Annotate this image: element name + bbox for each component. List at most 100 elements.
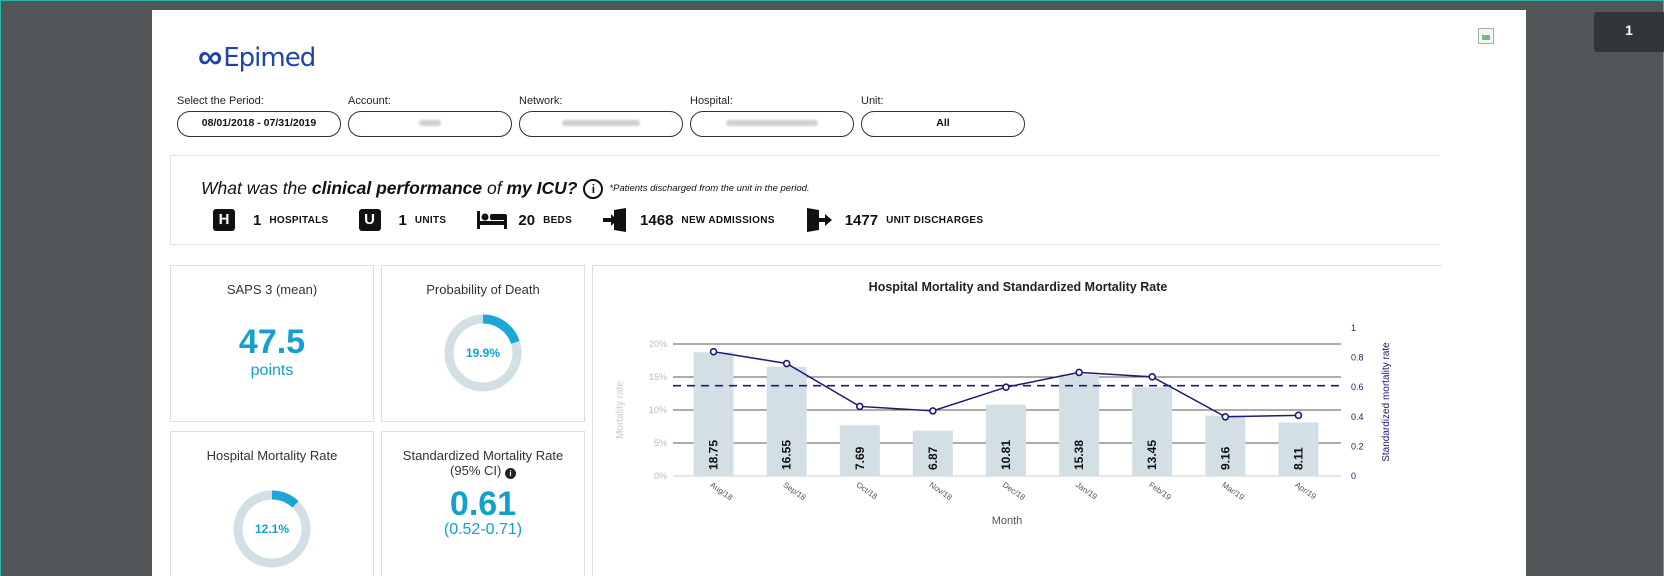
account-select[interactable] (348, 111, 512, 137)
bar-value-label: 16.55 (780, 440, 794, 470)
x-tick-label: Oct/18 (855, 480, 880, 501)
smr-point (1148, 373, 1157, 381)
y-tick-label: 10% (649, 405, 667, 415)
info-icon[interactable]: i (504, 468, 516, 479)
question-text-mid: of (482, 178, 507, 198)
smr-ci: (0.52-0.71) (443, 521, 523, 538)
y-axis-label: Mortality rate (615, 381, 626, 439)
question-footnote: *Patients discharged from the unit in th… (609, 183, 810, 194)
epimed-logo: ∞ Epimed (198, 38, 316, 77)
x-tick-label: Nov/18 (928, 480, 954, 502)
smr-point (1294, 411, 1303, 420)
exit-door-icon (806, 208, 832, 232)
y2-tick-label: 0.8 (1351, 353, 1364, 363)
probability-death-title: Probability of Death (426, 282, 540, 297)
broken-image-icon (1478, 28, 1494, 44)
network-select[interactable] (519, 111, 683, 137)
probability-death-ring: 19.9% (444, 314, 522, 392)
logo-infinity-icon: ∞ (198, 38, 222, 76)
y2-tick-label: 0.4 (1351, 412, 1364, 422)
period-filter: Select the Period: 08/01/2018 - 07/31/20… (177, 95, 341, 137)
y-tick-label: 5% (654, 438, 667, 448)
hospital-select[interactable] (690, 111, 854, 137)
smr-point (1075, 368, 1083, 377)
y-tick-label: 0% (654, 471, 667, 481)
question-text-start: What was the (201, 178, 312, 198)
smr-title-text: Standardized Mortality Rate (402, 448, 564, 463)
enter-door-icon (603, 208, 627, 232)
bar-value-label: 15.38 (1072, 440, 1086, 470)
saps-unit: points (250, 362, 294, 379)
smr-title: Standardized Mortality Rate (95% CI) i (382, 448, 584, 479)
mortality-chart-card: Hospital Mortality and Standardized Mort… (592, 265, 1442, 576)
hospital-icon: H (213, 209, 235, 231)
unit-stats: H 1 HOSPITALS U 1 UNITS 20 BEDS 1468 NEW… (213, 208, 1013, 232)
y-tick-label: 20% (649, 339, 667, 349)
smr-point (1002, 383, 1010, 391)
y2-tick-label: 1 (1351, 323, 1356, 333)
unit-select[interactable]: All (861, 111, 1025, 137)
y-tick-label: 15% (649, 372, 667, 382)
y2-tick-label: 0 (1351, 471, 1356, 481)
bed-icon (477, 211, 508, 229)
stat-admissions: 1468 NEW ADMISSIONS (602, 208, 775, 232)
x-tick-label: Jan/19 (1074, 480, 1099, 501)
probability-death-card: Probability of Death 19.9% (381, 265, 585, 422)
bar-value-label: 10.81 (999, 440, 1013, 470)
x-tick-label: Aug/18 (708, 480, 734, 502)
probability-death-value: 19.9% (466, 346, 500, 360)
hospital-label: Hospital: (690, 95, 733, 107)
smr-point (709, 347, 718, 356)
hospital-mortality-ring: 12.1% (233, 490, 311, 568)
report-page: ∞ Epimed Select the Period: 08/01/2018 -… (152, 10, 1526, 576)
stat-hospitals: H 1 HOSPITALS (213, 209, 329, 231)
unit-filter: Unit: All (861, 95, 1025, 137)
smr-point (855, 402, 864, 411)
hospital-mortality-value: 12.1% (255, 522, 289, 536)
smr-point (1221, 413, 1230, 421)
network-filter: Network: (519, 95, 683, 137)
clinical-question: What was the clinical performance of my … (201, 178, 810, 199)
saps-card: SAPS 3 (mean) 47.5 points (170, 265, 374, 422)
period-label: Select the Period: (177, 95, 264, 107)
stat-label: UNITS (414, 214, 447, 226)
x-tick-label: Mar/19 (1220, 480, 1246, 502)
hospital-mortality-title: Hospital Mortality Rate (206, 448, 338, 463)
saps-value: 47.5 (238, 323, 306, 361)
smr-point (929, 407, 937, 415)
stat-label: HOSPITALS (269, 214, 329, 226)
hospital-filter: Hospital: (690, 95, 854, 137)
bar-value-label: 9.16 (1218, 446, 1232, 470)
bar-value-label: 6.87 (926, 446, 940, 470)
stat-value: 1477 (844, 211, 879, 229)
bar-value-label: 13.45 (1145, 440, 1159, 470)
clinical-summary-panel: What was the clinical performance of my … (170, 155, 1440, 245)
account-label: Account: (348, 95, 391, 107)
unit-icon: U (358, 209, 381, 231)
saps-title: SAPS 3 (mean) (226, 282, 318, 297)
x-tick-label: Sep/18 (782, 480, 808, 502)
question-text-bold: clinical performance (311, 178, 483, 198)
bar-value-label: 8.11 (1291, 447, 1305, 470)
question-text-end: my ICU? (506, 178, 578, 198)
smr-value: 0.61 (449, 485, 517, 523)
period-select[interactable]: 08/01/2018 - 07/31/2019 (177, 111, 341, 137)
bar-value-label: 18.75 (707, 440, 721, 470)
x-tick-label: Dec/18 (1001, 480, 1027, 502)
smr-point (782, 359, 791, 368)
stat-value: 1468 (640, 211, 674, 229)
hospital-mortality-card: Hospital Mortality Rate 12.1% (170, 431, 374, 576)
stat-value: 1 (253, 211, 262, 229)
logo-text: Epimed (223, 42, 316, 73)
stat-label: UNIT DISCHARGES (886, 214, 984, 226)
stat-beds: 20 BEDS (476, 209, 572, 231)
info-icon[interactable]: i (583, 179, 604, 199)
stat-units: U 1 UNITS (358, 209, 447, 231)
smr-card: Standardized Mortality Rate (95% CI) i 0… (381, 431, 585, 576)
stat-label: BEDS (543, 214, 573, 226)
page-number-badge: 1 (1594, 12, 1664, 52)
x-tick-label: Feb/19 (1147, 480, 1173, 502)
x-tick-label: Apr/19 (1293, 480, 1318, 501)
unit-label: Unit: (861, 95, 884, 107)
stat-value: 1 (398, 211, 407, 229)
